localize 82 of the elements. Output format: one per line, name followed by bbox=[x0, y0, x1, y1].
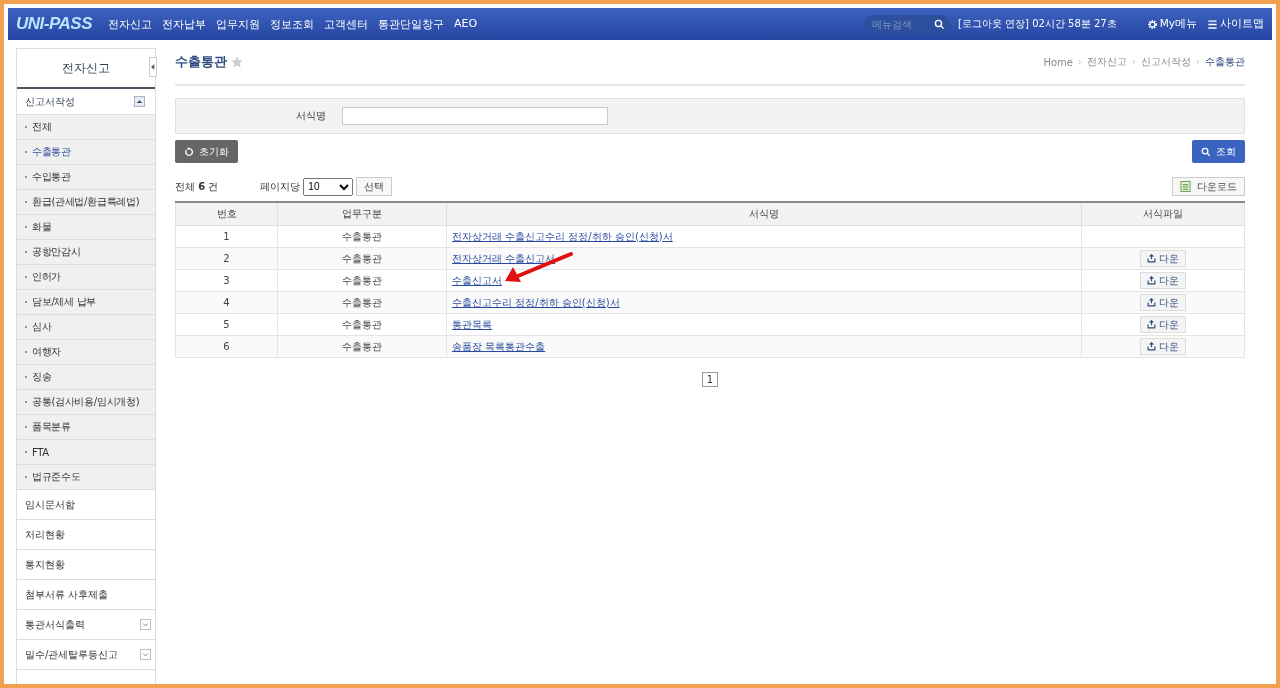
sidebar-item[interactable]: FTA bbox=[17, 440, 155, 465]
sidebar-item[interactable]: 전체 bbox=[17, 115, 155, 140]
breadcrumb-link[interactable]: 수출통관 bbox=[1205, 55, 1245, 69]
column-header: 번호 bbox=[175, 202, 278, 226]
sidebar-item[interactable]: 여행자 bbox=[17, 340, 155, 365]
breadcrumb-link[interactable]: 신고서작성 bbox=[1141, 55, 1191, 69]
page-title: 수출통관 bbox=[175, 53, 227, 71]
menu-item[interactable]: 전자납부 bbox=[162, 16, 206, 32]
sidebar-item[interactable]: 환급(관세법/환급특례법) bbox=[17, 190, 155, 215]
download-button[interactable]: 다운 bbox=[1140, 316, 1186, 333]
download-button[interactable]: 다운로드 bbox=[1172, 177, 1245, 196]
menu-item[interactable]: 정보조회 bbox=[270, 16, 314, 32]
logo[interactable]: UNI-PASS bbox=[16, 14, 96, 34]
section-label: 신고서작성 bbox=[25, 94, 75, 109]
sitemap-link[interactable]: 사이트맵 bbox=[1207, 17, 1264, 31]
menu-item[interactable]: 전자신고 bbox=[108, 16, 152, 32]
form-link[interactable]: 수출신고수리 정정/취하 승인(신청)서 bbox=[452, 296, 620, 308]
sidebar-item[interactable]: 인허가 bbox=[17, 265, 155, 290]
sidebar-item-label: 처리현황 bbox=[25, 527, 65, 542]
form-link[interactable]: 전자상거래 수출신고서 bbox=[452, 252, 556, 264]
form-link[interactable]: 전자상거래 수출신고수리 정정/취하 승인(신청)서 bbox=[452, 230, 673, 242]
column-header: 서식명 bbox=[446, 202, 1082, 226]
table-cell: 수출통관 bbox=[277, 225, 447, 248]
table-cell: 수출통관 bbox=[277, 247, 447, 270]
table-cell: 2 bbox=[175, 247, 278, 270]
download-button[interactable]: 다운 bbox=[1140, 272, 1186, 289]
sidebar-item-label: 임시문서함 bbox=[25, 497, 75, 512]
download-button[interactable]: 다운 bbox=[1140, 250, 1186, 267]
column-header: 서식파일 bbox=[1081, 202, 1245, 226]
reset-button[interactable]: 초기화 bbox=[175, 140, 238, 163]
sidebar-item-label: 첨부서류 사후제출 bbox=[25, 587, 109, 602]
total-count: 전체 6 건 bbox=[175, 179, 219, 194]
sidebar-item[interactable]: 화물 bbox=[17, 215, 155, 240]
sidebar-item-label: 밀수/관세탈루등신고 bbox=[25, 647, 119, 662]
my-menu-link[interactable]: My메뉴 bbox=[1146, 17, 1197, 31]
sidebar-item[interactable]: 공항만감시 bbox=[17, 240, 155, 265]
table-cell: 수출통관 bbox=[277, 269, 447, 292]
menu-item[interactable]: AEO bbox=[454, 16, 478, 32]
form-link[interactable]: 수출신고서 bbox=[452, 274, 502, 286]
breadcrumb-link[interactable]: 전자신고 bbox=[1087, 55, 1127, 69]
sidebar-item[interactable]: 징송 bbox=[17, 365, 155, 390]
breadcrumb-link[interactable]: Home bbox=[1043, 56, 1073, 68]
sidebar-item[interactable]: 처리현황 bbox=[17, 520, 155, 550]
sidebar-item[interactable]: 수입통관 bbox=[17, 165, 155, 190]
per-page-select[interactable]: 10 bbox=[303, 177, 354, 196]
sidebar-heading: 전자신고 bbox=[62, 59, 110, 77]
menu-item[interactable]: 통관단일창구 bbox=[378, 16, 444, 32]
sidebar-item-label: 통지현황 bbox=[25, 557, 65, 572]
table-cell: 수출통관 bbox=[277, 335, 447, 358]
sidebar-item-label: 통관서식출력 bbox=[25, 617, 85, 632]
select-button[interactable]: 선택 bbox=[356, 177, 393, 196]
menu-item[interactable]: 고객센터 bbox=[324, 16, 368, 32]
sidebar-item[interactable]: 임시문서함 bbox=[17, 490, 155, 520]
search-button[interactable]: 조회 bbox=[1192, 140, 1245, 163]
sidebar-item[interactable]: 첨부서류 사후제출 bbox=[17, 580, 155, 610]
per-page-label: 페이지당 bbox=[260, 179, 301, 194]
form-link[interactable]: 통관목록 bbox=[452, 318, 492, 330]
download-button[interactable]: 다운 bbox=[1140, 338, 1186, 355]
table-cell: 5 bbox=[175, 313, 278, 336]
page-number[interactable]: 1 bbox=[701, 372, 719, 387]
table-cell: 4 bbox=[175, 291, 278, 314]
sidebar-item[interactable]: 법규준수도 bbox=[17, 465, 155, 490]
table-cell: 수출통관 bbox=[277, 313, 447, 336]
sidebar-item[interactable]: 담보/체세 납부 bbox=[17, 290, 155, 315]
table-cell: 1 bbox=[175, 225, 278, 248]
menu-item[interactable]: 업무지원 bbox=[216, 16, 260, 32]
session-timer[interactable]: [로그아웃 연장] 02시간 58분 27초 bbox=[958, 17, 1117, 31]
column-header: 업무구분 bbox=[277, 202, 447, 226]
sidebar-item[interactable]: 밀수/관세탈루등신고 bbox=[17, 640, 155, 670]
sidebar-item[interactable]: 공통(검사비용/임시개청) bbox=[17, 390, 155, 415]
sidebar-item[interactable]: 통지현황 bbox=[17, 550, 155, 580]
sidebar-item[interactable]: 통관서식출력 bbox=[17, 610, 155, 640]
download-button[interactable]: 다운 bbox=[1140, 294, 1186, 311]
field-label: 서식명 bbox=[295, 109, 326, 123]
table-cell: 수출통관 bbox=[277, 291, 447, 314]
search-field[interactable]: 메뉴검색 bbox=[864, 14, 950, 34]
form-link[interactable]: 송품장 목록통관수출 bbox=[452, 340, 546, 352]
sidebar-item[interactable]: 수출통관 bbox=[17, 140, 155, 165]
table-cell: 3 bbox=[175, 269, 278, 292]
table-cell: 6 bbox=[175, 335, 278, 358]
sidebar-item[interactable]: 품목분류 bbox=[17, 415, 155, 440]
sidebar-item[interactable]: 심사 bbox=[17, 315, 155, 340]
